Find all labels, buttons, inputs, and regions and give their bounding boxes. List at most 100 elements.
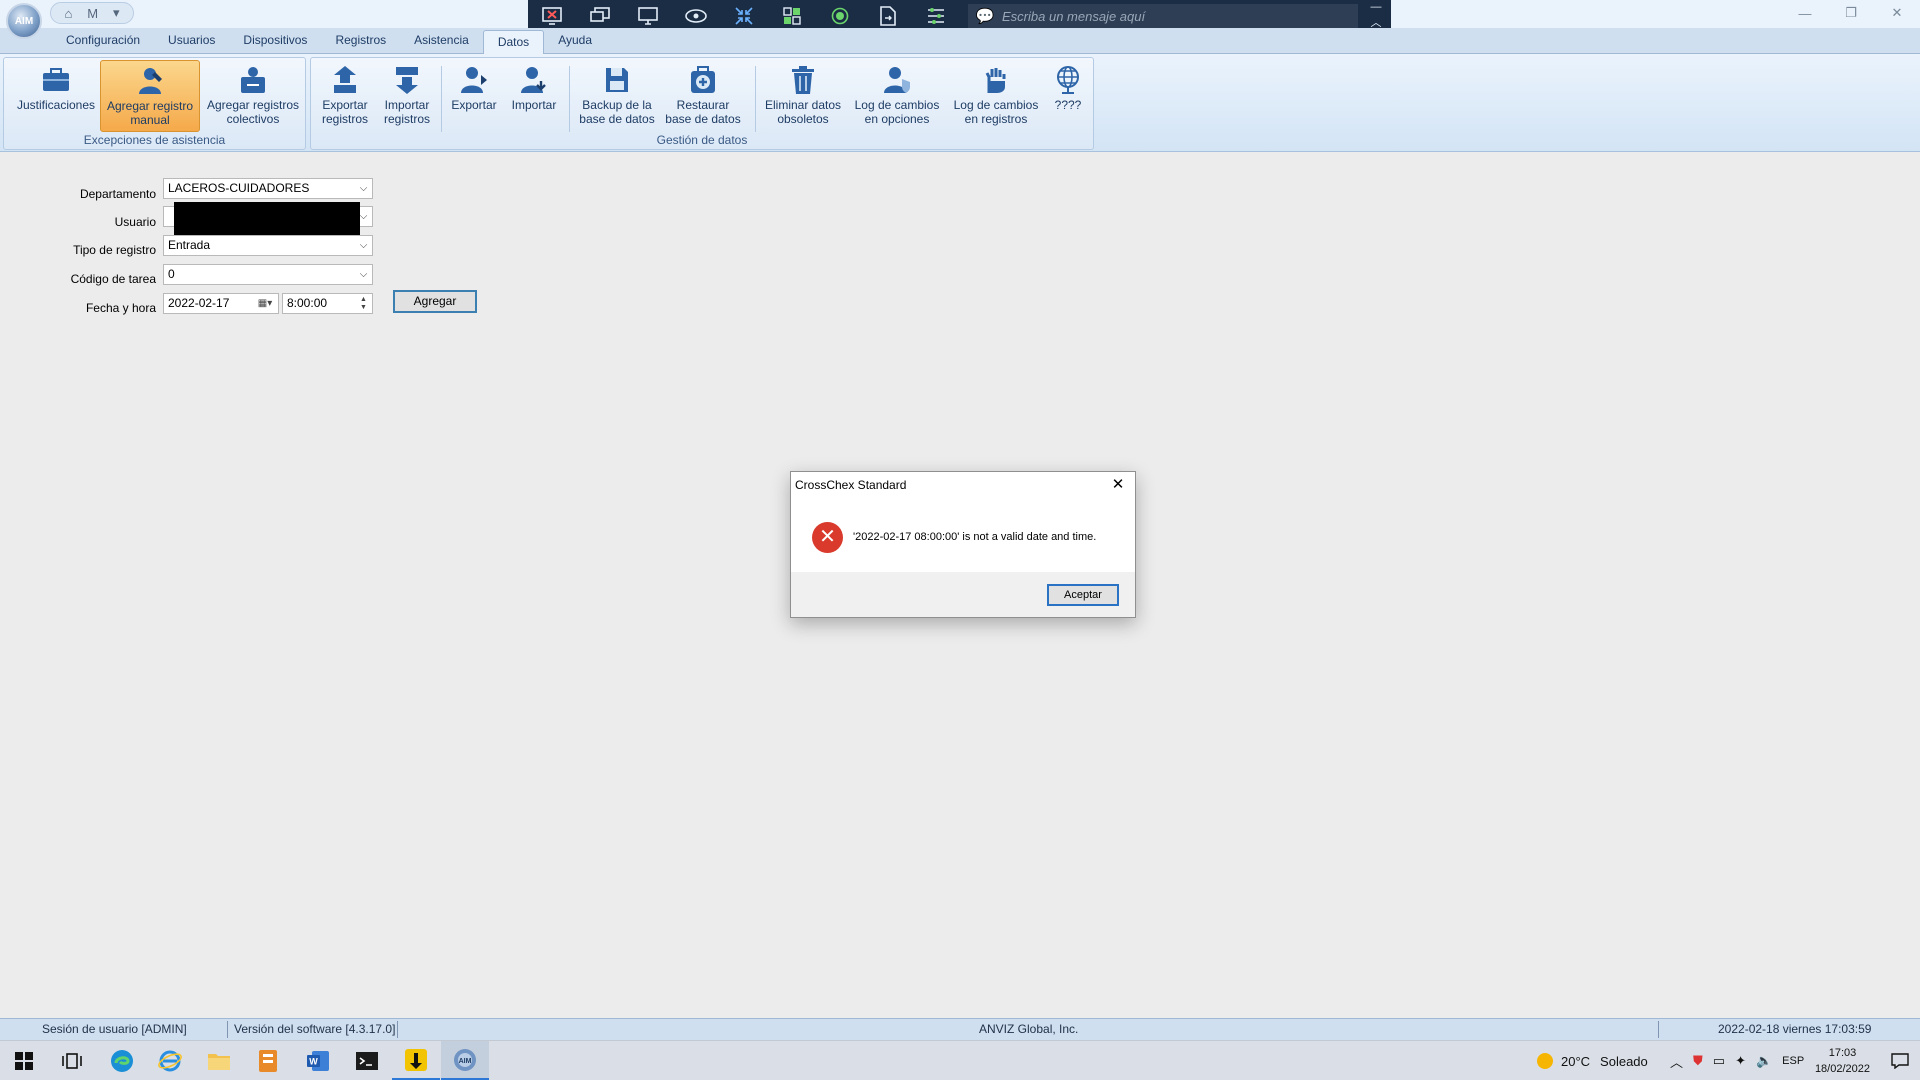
bar-minimize-icon[interactable]: — bbox=[1371, 1, 1382, 13]
agregar-registro-manual-button[interactable]: Agregar registro manual bbox=[100, 60, 200, 132]
remote-app-icon[interactable] bbox=[392, 1041, 440, 1080]
clock-time: 17:03 bbox=[1828, 1047, 1857, 1059]
tab-dispositivos[interactable]: Dispositivos bbox=[229, 28, 321, 53]
importar-registros-label: Importar registros bbox=[383, 98, 430, 126]
log-opciones-button[interactable]: Log de cambios en opciones bbox=[849, 60, 945, 132]
file-transfer-icon[interactable] bbox=[864, 0, 912, 31]
group-label-gestion: Gestión de datos bbox=[656, 133, 748, 147]
mw-icon[interactable]: M bbox=[87, 6, 98, 21]
system-clock[interactable]: 17:03 18/02/2022 bbox=[1815, 1045, 1870, 1077]
quick-access-toolbar: ⌂ M ▾ bbox=[50, 2, 134, 24]
exportar-registros-label: Exportar registros bbox=[321, 98, 368, 126]
tab-usuarios[interactable]: Usuarios bbox=[154, 28, 229, 53]
floppy-disk-icon bbox=[600, 64, 634, 96]
clock-date: 18/02/2022 bbox=[1814, 1063, 1870, 1075]
edge-browser-icon[interactable] bbox=[98, 1041, 146, 1080]
remote-bar-controls: — ︿ bbox=[1361, 0, 1391, 31]
status-bar: Sesión de usuario [ADMIN] Versión del so… bbox=[0, 1018, 1920, 1040]
notes-app-icon[interactable] bbox=[244, 1041, 292, 1080]
export-records-icon bbox=[328, 64, 362, 96]
terminal-icon[interactable] bbox=[343, 1041, 391, 1080]
spinner-icon[interactable]: ▲ ▼ bbox=[355, 294, 372, 313]
backup-label: Backup de la base de datos bbox=[579, 98, 655, 126]
restore-button[interactable]: ❐ bbox=[1828, 0, 1874, 26]
eliminar-datos-button[interactable]: Eliminar datos obsoletos bbox=[759, 60, 847, 132]
chat-message-input[interactable]: 💬 Escriba un mensaje aquí bbox=[968, 4, 1358, 28]
user-shield-icon bbox=[880, 64, 914, 96]
justificaciones-button[interactable]: Justificaciones bbox=[11, 60, 101, 132]
chevron-down-icon[interactable]: ⌵ bbox=[355, 265, 372, 284]
svg-text:W: W bbox=[309, 1057, 318, 1067]
app-logo-text: AIM bbox=[14, 15, 34, 27]
word-icon[interactable]: W bbox=[294, 1041, 342, 1080]
weather-widget[interactable]: 20°C Soleado bbox=[1537, 1041, 1648, 1080]
fecha-hora-label: Fecha y hora bbox=[85, 301, 156, 315]
ribbon: Justificaciones Agregar registro manual … bbox=[0, 54, 1920, 152]
importar-button[interactable]: Importar bbox=[503, 60, 565, 132]
record-icon[interactable] bbox=[816, 0, 864, 31]
tab-ayuda[interactable]: Ayuda bbox=[544, 28, 606, 53]
agregar-registros-colectivos-button[interactable]: Agregar registros colectivos bbox=[204, 60, 302, 132]
file-explorer-icon[interactable] bbox=[195, 1041, 243, 1080]
dropbox-icon[interactable]: ✦ bbox=[1735, 1053, 1746, 1069]
close-icon[interactable]: ✕ bbox=[1107, 475, 1129, 495]
minimize-button[interactable]: — bbox=[1782, 0, 1828, 26]
codigo-tarea-select[interactable]: 0 ⌵ bbox=[163, 264, 373, 285]
chevron-up-icon[interactable]: ︿ bbox=[1670, 1052, 1683, 1071]
tipo-registro-value: Entrada bbox=[168, 238, 211, 252]
dialog-footer: Aceptar bbox=[791, 572, 1135, 617]
monitor-icon[interactable] bbox=[624, 0, 672, 31]
chevron-down-icon[interactable]: ⌵ bbox=[355, 179, 372, 198]
log-registros-label: Log de cambios en registros bbox=[953, 98, 1039, 126]
user-import-icon bbox=[517, 64, 551, 96]
hora-field[interactable]: 8:00:00 ▲ ▼ bbox=[282, 293, 373, 314]
dropdown-icon[interactable]: ▾ bbox=[113, 5, 120, 21]
speaker-icon[interactable]: 🔈 bbox=[1756, 1053, 1772, 1069]
tab-configuracion[interactable]: Configuración bbox=[52, 28, 154, 53]
settings-list-icon[interactable] bbox=[912, 0, 960, 31]
shrink-icon[interactable] bbox=[720, 0, 768, 31]
group-excepciones: Justificaciones Agregar registro manual … bbox=[3, 57, 306, 150]
switch-monitor-icon[interactable] bbox=[576, 0, 624, 31]
home-icon[interactable]: ⌂ bbox=[64, 6, 72, 21]
internet-explorer-icon[interactable] bbox=[146, 1041, 194, 1080]
fecha-picker[interactable]: 2022-02-17 ▦▾ bbox=[163, 293, 279, 314]
group-label-excepciones: Excepciones de asistencia bbox=[83, 133, 226, 147]
network-icon[interactable]: ▭ bbox=[1713, 1053, 1725, 1069]
aceptar-button[interactable]: Aceptar bbox=[1047, 584, 1119, 606]
language-indicator[interactable]: ESP bbox=[1782, 1055, 1804, 1067]
importar-registros-button[interactable]: Importar registros bbox=[375, 60, 439, 132]
exportar-registros-button[interactable]: Exportar registros bbox=[313, 60, 377, 132]
windows-start-icon[interactable] bbox=[0, 1041, 48, 1080]
taskbar: W AIM 20°C Soleado ︿ ⛊ ▭ ✦ 🔈 ESP 17:03 1… bbox=[0, 1040, 1920, 1080]
tab-datos[interactable]: Datos bbox=[482, 30, 545, 57]
restaurar-button[interactable]: Restaurar base de datos bbox=[663, 60, 743, 132]
log-registros-button[interactable]: Log de cambios en registros bbox=[947, 60, 1045, 132]
departamento-select[interactable]: LACEROS-CUIDADORES ⌵ bbox=[163, 178, 373, 199]
chevron-down-icon[interactable]: ⌵ bbox=[355, 236, 372, 255]
calendar-icon[interactable]: ▦▾ bbox=[252, 294, 278, 313]
tab-asistencia[interactable]: Asistencia bbox=[400, 28, 483, 53]
task-view-icon[interactable] bbox=[48, 1041, 96, 1080]
agregar-button[interactable]: Agregar bbox=[393, 290, 477, 313]
restore-db-icon bbox=[686, 64, 720, 96]
sun-icon bbox=[1537, 1053, 1553, 1069]
exportar-button[interactable]: Exportar bbox=[445, 60, 503, 132]
actions-icon[interactable] bbox=[768, 0, 816, 31]
security-shield-icon[interactable]: ⛊ bbox=[1693, 1053, 1703, 1069]
unknown-button[interactable]: ???? bbox=[1047, 60, 1089, 132]
end-session-icon[interactable] bbox=[528, 0, 576, 31]
crosschex-taskbar-icon[interactable]: AIM bbox=[441, 1041, 489, 1080]
tab-registros[interactable]: Registros bbox=[321, 28, 400, 53]
tipo-registro-select[interactable]: Entrada ⌵ bbox=[163, 235, 373, 256]
close-button[interactable]: ✕ bbox=[1874, 0, 1920, 26]
import-records-icon bbox=[390, 64, 424, 96]
backup-button[interactable]: Backup de la base de datos bbox=[573, 60, 661, 132]
dialog-message: '2022-02-17 08:00:00' is not a valid dat… bbox=[853, 531, 1097, 543]
app-logo[interactable]: AIM bbox=[6, 3, 42, 39]
notifications-icon[interactable] bbox=[1880, 1041, 1920, 1080]
fecha-value: 2022-02-17 bbox=[168, 296, 230, 310]
view-icon[interactable] bbox=[672, 0, 720, 31]
status-datetime: 2022-02-18 viernes 17:03:59 bbox=[1718, 1022, 1872, 1036]
status-company: ANVIZ Global, Inc. bbox=[979, 1022, 1079, 1036]
